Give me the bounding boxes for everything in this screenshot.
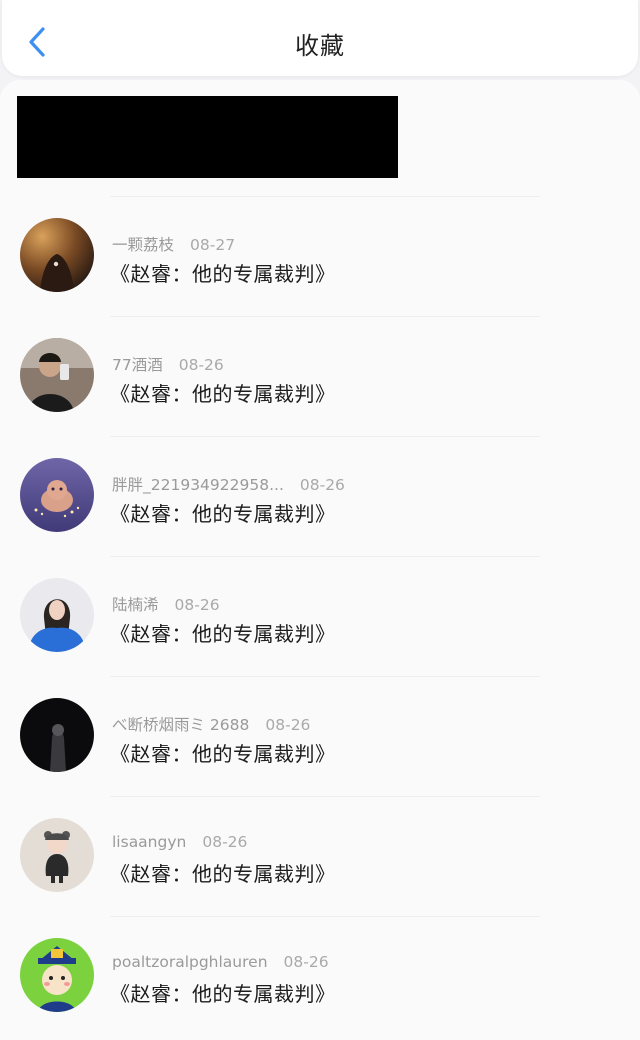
item-meta: 一颗荔枝 08-27 [112, 233, 236, 254]
divider [110, 796, 540, 797]
favorites-panel: 一颗荔枝 08-27 《赵睿：他的专属裁判》 77酒酒 08-26 《赵睿：他的专属… [0, 80, 640, 1040]
favorite-title: 《赵睿：他的专属裁判》 [110, 502, 336, 526]
date: 08-27 [190, 236, 236, 254]
divider [110, 436, 540, 437]
avatar[interactable] [20, 218, 94, 292]
item-meta: 胖胖_221934922958... 08-26 [112, 473, 345, 494]
avatar[interactable] [20, 698, 94, 772]
date: 08-26 [178, 356, 224, 374]
divider [110, 196, 540, 197]
favorite-title: 《赵睿：他的专属裁判》 [110, 622, 336, 646]
username: poaltzoralpghlauren [112, 953, 268, 971]
top-bar: 收藏 [2, 0, 638, 76]
divider [110, 556, 540, 557]
list-item[interactable]: lisaangyn 08-26 《赵睿：他的专属裁判》 [0, 800, 640, 919]
list-item[interactable]: べ断桥烟雨ミ 2688 08-26 《赵睿：他的专属裁判》 [0, 680, 640, 799]
favorite-title: 《赵睿：他的专属裁判》 [110, 862, 336, 886]
favorite-title: 《赵睿：他的专属裁判》 [110, 742, 336, 766]
redacted-block [17, 96, 398, 178]
avatar[interactable] [20, 338, 94, 412]
username: べ断桥烟雨ミ 2688 [112, 716, 250, 734]
list-item[interactable]: 胖胖_221934922958... 08-26 《赵睿：他的专属裁判》 [0, 440, 640, 559]
list-item[interactable]: 77酒酒 08-26 《赵睿：他的专属裁判》 [0, 320, 640, 439]
item-meta: poaltzoralpghlauren 08-26 [112, 953, 329, 973]
date: 08-26 [265, 716, 311, 734]
username: 一颗荔枝 [112, 236, 175, 254]
favorite-title: 《赵睿：他的专属裁判》 [110, 262, 336, 286]
divider [110, 676, 540, 677]
item-meta: 77酒酒 08-26 [112, 353, 224, 374]
list-item[interactable]: 一颗荔枝 08-27 《赵睿：他的专属裁判》 [0, 200, 640, 319]
favorite-title: 《赵睿：他的专属裁判》 [110, 982, 336, 1006]
item-meta: lisaangyn 08-26 [112, 833, 247, 853]
divider [110, 916, 540, 917]
avatar[interactable] [20, 578, 94, 652]
avatar[interactable] [20, 818, 94, 892]
username: lisaangyn [112, 833, 187, 851]
username: 77酒酒 [112, 356, 163, 374]
item-meta: べ断桥烟雨ミ 2688 08-26 [112, 713, 311, 734]
avatar[interactable] [20, 458, 94, 532]
favorite-title: 《赵睿：他的专属裁判》 [110, 382, 336, 406]
list-item[interactable]: 陆楠浠 08-26 《赵睿：他的专属裁判》 [0, 560, 640, 679]
divider [110, 316, 540, 317]
date: 08-26 [283, 953, 329, 971]
date: 08-26 [299, 476, 345, 494]
username: 陆楠浠 [112, 596, 159, 614]
list-item[interactable]: poaltzoralpghlauren 08-26 《赵睿：他的专属裁判》 [0, 920, 640, 1039]
page-title: 收藏 [295, 32, 345, 60]
item-meta: 陆楠浠 08-26 [112, 593, 220, 614]
username: 胖胖_221934922958... [112, 476, 284, 494]
date: 08-26 [174, 596, 220, 614]
date: 08-26 [202, 833, 248, 851]
avatar[interactable] [20, 938, 94, 1012]
